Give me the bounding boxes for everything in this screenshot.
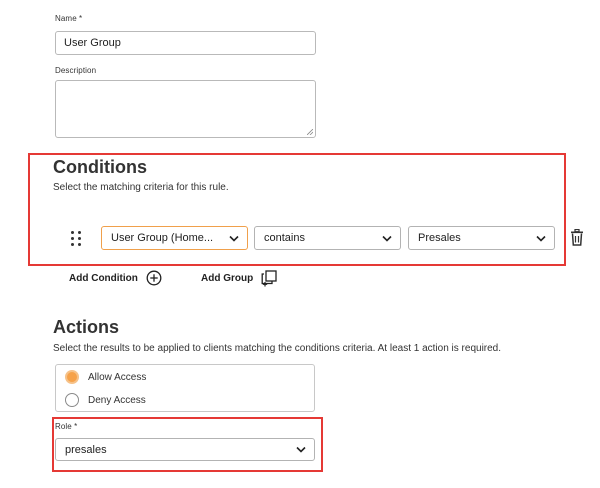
conditions-subtitle: Select the matching criteria for this ru…	[53, 182, 229, 193]
allow-access-option[interactable]: Allow Access	[65, 370, 146, 384]
add-group-label: Add Group	[201, 273, 254, 284]
deny-access-option[interactable]: Deny Access	[65, 393, 146, 407]
condition-operator-value: contains	[264, 232, 305, 244]
drag-handle-icon[interactable]	[71, 231, 82, 246]
condition-value-value: Presales	[418, 232, 461, 244]
actions-title: Actions	[53, 317, 120, 337]
add-group-button[interactable]: Add Group	[201, 270, 277, 287]
description-textarea[interactable]	[55, 80, 316, 138]
trash-icon[interactable]	[570, 229, 584, 246]
role-select[interactable]: presales	[55, 438, 315, 461]
name-input[interactable]: User Group	[55, 31, 316, 55]
allow-access-label: Allow Access	[88, 371, 147, 383]
actions-subtitle: Select the results to be applied to clie…	[53, 343, 502, 354]
allow-access-radio[interactable]	[65, 370, 79, 384]
name-input-value: User Group	[64, 37, 121, 49]
chevron-down-icon	[536, 235, 546, 242]
deny-access-radio[interactable]	[65, 393, 79, 407]
name-label: Name *	[55, 14, 83, 23]
condition-attribute-select[interactable]: User Group (Home...	[101, 226, 248, 250]
chevron-down-icon	[382, 235, 392, 242]
resize-grip-icon[interactable]	[307, 129, 313, 135]
description-label: Description	[55, 66, 97, 75]
plus-circle-icon	[146, 270, 162, 286]
condition-value-select[interactable]: Presales	[408, 226, 555, 250]
role-label: Role *	[55, 422, 78, 431]
chevron-down-icon	[296, 446, 306, 453]
conditions-title: Conditions	[53, 157, 147, 177]
chevron-down-icon	[229, 235, 239, 242]
add-condition-label: Add Condition	[69, 272, 138, 284]
access-radio-group: Allow Access Deny Access	[55, 364, 315, 412]
deny-access-label: Deny Access	[88, 394, 146, 406]
condition-operator-select[interactable]: contains	[254, 226, 401, 250]
condition-attribute-value: User Group (Home...	[111, 232, 214, 244]
add-condition-button[interactable]: Add Condition	[69, 270, 162, 286]
role-value: presales	[65, 443, 107, 456]
add-group-icon	[261, 270, 277, 287]
